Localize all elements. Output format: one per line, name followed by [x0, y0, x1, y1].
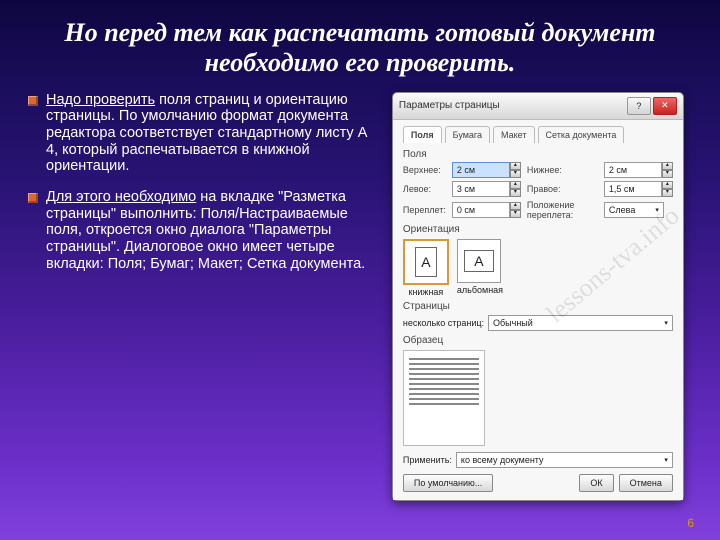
dialog-titlebar: Параметры страницы ? ✕ — [393, 93, 683, 120]
multi-pages-row: несколько страниц: Обычный ▾ — [403, 315, 673, 331]
tabs-row: Поля Бумага Макет Сетка документа — [403, 126, 673, 143]
multi-pages-value: Обычный — [493, 318, 533, 328]
content-row: Надо проверить поля страниц и ориентацию… — [28, 92, 692, 501]
chevron-down-icon: ▾ — [664, 456, 668, 464]
dialog-footer: По умолчанию... ОК Отмена — [403, 474, 673, 492]
paragraph-2: Для этого необходимо на вкладке "Разметк… — [46, 189, 380, 272]
pages-label: Страницы — [403, 301, 673, 312]
spinner[interactable]: ▴▾ — [662, 162, 673, 178]
portrait-icon: A — [415, 247, 437, 277]
top-input[interactable]: 2 см — [452, 162, 510, 178]
tab-fields[interactable]: Поля — [403, 126, 442, 143]
tab-layout[interactable]: Макет — [493, 126, 534, 143]
para2-lead: Для этого необходимо — [46, 189, 196, 205]
chevron-down-icon: ▾ — [664, 319, 668, 327]
page-number: 6 — [687, 516, 694, 530]
slide: Но перед тем как распечатать готовый док… — [0, 0, 720, 540]
apply-value: ко всему документу — [461, 455, 544, 465]
spinner[interactable]: ▴▾ — [510, 181, 521, 197]
slide-title: Но перед тем как распечатать готовый док… — [48, 18, 672, 78]
apply-label: Применить: — [403, 455, 452, 465]
gutter-input[interactable]: 0 см — [452, 202, 510, 218]
landscape-caption: альбомная — [457, 285, 503, 295]
left-label: Левое: — [403, 184, 446, 194]
gutter-label: Переплет: — [403, 205, 446, 215]
landscape-icon: A — [464, 250, 494, 272]
spinner[interactable]: ▴▾ — [510, 202, 521, 218]
portrait-caption: книжная — [403, 287, 449, 297]
gutter-pos-value: Слева — [609, 205, 635, 215]
margins-label: Поля — [403, 149, 673, 160]
bullet-icon — [28, 193, 38, 203]
tab-grid[interactable]: Сетка документа — [538, 126, 625, 143]
preview-box — [403, 350, 485, 446]
ok-button[interactable]: ОК — [579, 474, 613, 492]
bottom-label: Нижнее: — [527, 165, 598, 175]
bullet-item: Для этого необходимо на вкладке "Разметк… — [28, 189, 380, 272]
top-label: Верхнее: — [403, 165, 446, 175]
default-button[interactable]: По умолчанию... — [403, 474, 493, 492]
cancel-button[interactable]: Отмена — [619, 474, 673, 492]
multi-pages-select[interactable]: Обычный ▾ — [488, 315, 673, 331]
help-button[interactable]: ? — [627, 97, 651, 115]
apply-row: Применить: ко всему документу ▾ — [403, 452, 673, 468]
multi-pages-label: несколько страниц: — [403, 318, 484, 328]
bullet-item: Надо проверить поля страниц и ориентацию… — [28, 92, 380, 175]
bullet-icon — [28, 96, 38, 106]
text-column: Надо проверить поля страниц и ориентацию… — [28, 92, 380, 501]
dialog-body: Поля Бумага Макет Сетка документа Поля В… — [393, 120, 683, 500]
apply-select[interactable]: ко всему документу ▾ — [456, 452, 673, 468]
spinner[interactable]: ▴▾ — [662, 181, 673, 197]
gutter-pos-label: Положение переплета: — [527, 200, 598, 220]
preview-label: Образец — [403, 335, 673, 346]
dialog-title: Параметры страницы — [399, 100, 625, 111]
paragraph-1: Надо проверить поля страниц и ориентацию… — [46, 92, 380, 175]
right-label: Правое: — [527, 184, 598, 194]
tab-paper[interactable]: Бумага — [445, 126, 490, 143]
left-input[interactable]: 3 см — [452, 181, 510, 197]
margins-grid: Верхнее: 2 см▴▾ Нижнее: 2 см▴▾ Левое: 3 … — [403, 162, 673, 220]
orientation-landscape[interactable]: A альбомная — [457, 239, 503, 297]
right-input[interactable]: 1,5 см — [604, 181, 662, 197]
page-setup-dialog: Параметры страницы ? ✕ Поля Бумага Макет… — [392, 92, 684, 501]
bottom-input[interactable]: 2 см — [604, 162, 662, 178]
orientation-portrait[interactable]: A книжная — [403, 239, 449, 297]
close-button[interactable]: ✕ — [653, 97, 677, 115]
para1-lead: Надо проверить — [46, 92, 155, 108]
spinner[interactable]: ▴▾ — [510, 162, 521, 178]
